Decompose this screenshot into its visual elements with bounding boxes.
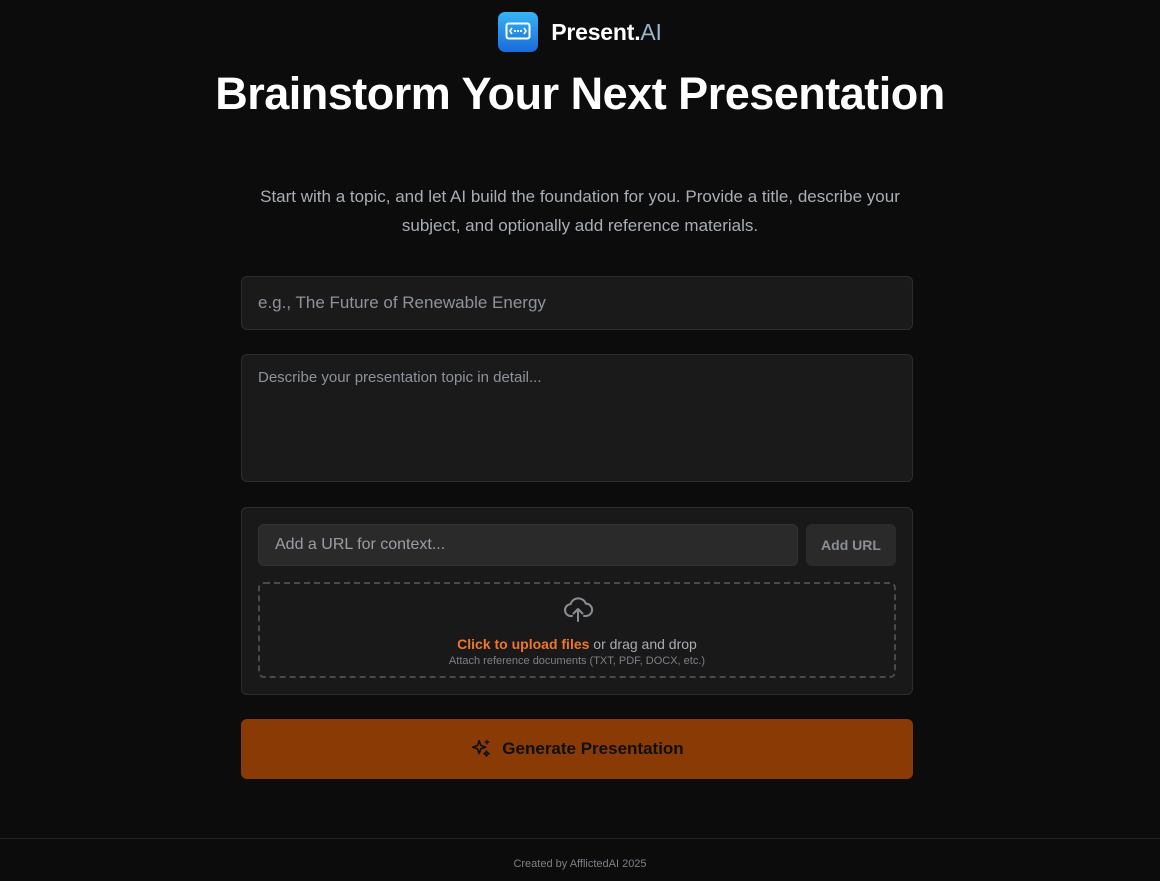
presentation-description-textarea[interactable]: Describe your presentation topic in deta…	[241, 354, 913, 482]
brand-header: Present.AI	[0, 12, 1160, 52]
cloud-upload-icon	[564, 597, 594, 622]
generate-button-label: Generate Presentation	[502, 739, 684, 758]
brand-name-main: Present.	[551, 18, 641, 45]
upload-instructions: Click to upload files or drag and drop	[260, 636, 894, 652]
generate-presentation-button[interactable]: Generate Presentation	[241, 719, 913, 779]
footer-credit: Created by AfflictedAI 2025	[0, 838, 1160, 881]
presentation-logo-icon	[498, 12, 539, 52]
brand-name-accent: AI	[640, 18, 662, 45]
file-upload-dropzone[interactable]: Click to upload files or drag and drop A…	[258, 582, 896, 678]
upload-file-types-hint: Attach reference documents (TXT, PDF, DO…	[448, 655, 706, 667]
brand-name: Present.AI	[551, 19, 662, 46]
page-subtitle: Start with a topic, and let AI build the…	[260, 187, 900, 235]
page-title: Brainstorm Your Next Presentation	[215, 68, 945, 119]
drag-drop-text: or drag and drop	[589, 636, 697, 652]
upload-files-link[interactable]: Click to upload files	[457, 636, 589, 652]
presentation-title-input[interactable]: e.g., The Future of Renewable Energy	[241, 276, 913, 330]
reference-materials-panel: Add a URL for context... Add URL Click t…	[241, 507, 913, 695]
add-url-button[interactable]: Add URL	[806, 524, 896, 566]
sparkles-icon	[472, 739, 491, 758]
context-url-input[interactable]: Add a URL for context...	[258, 524, 798, 566]
